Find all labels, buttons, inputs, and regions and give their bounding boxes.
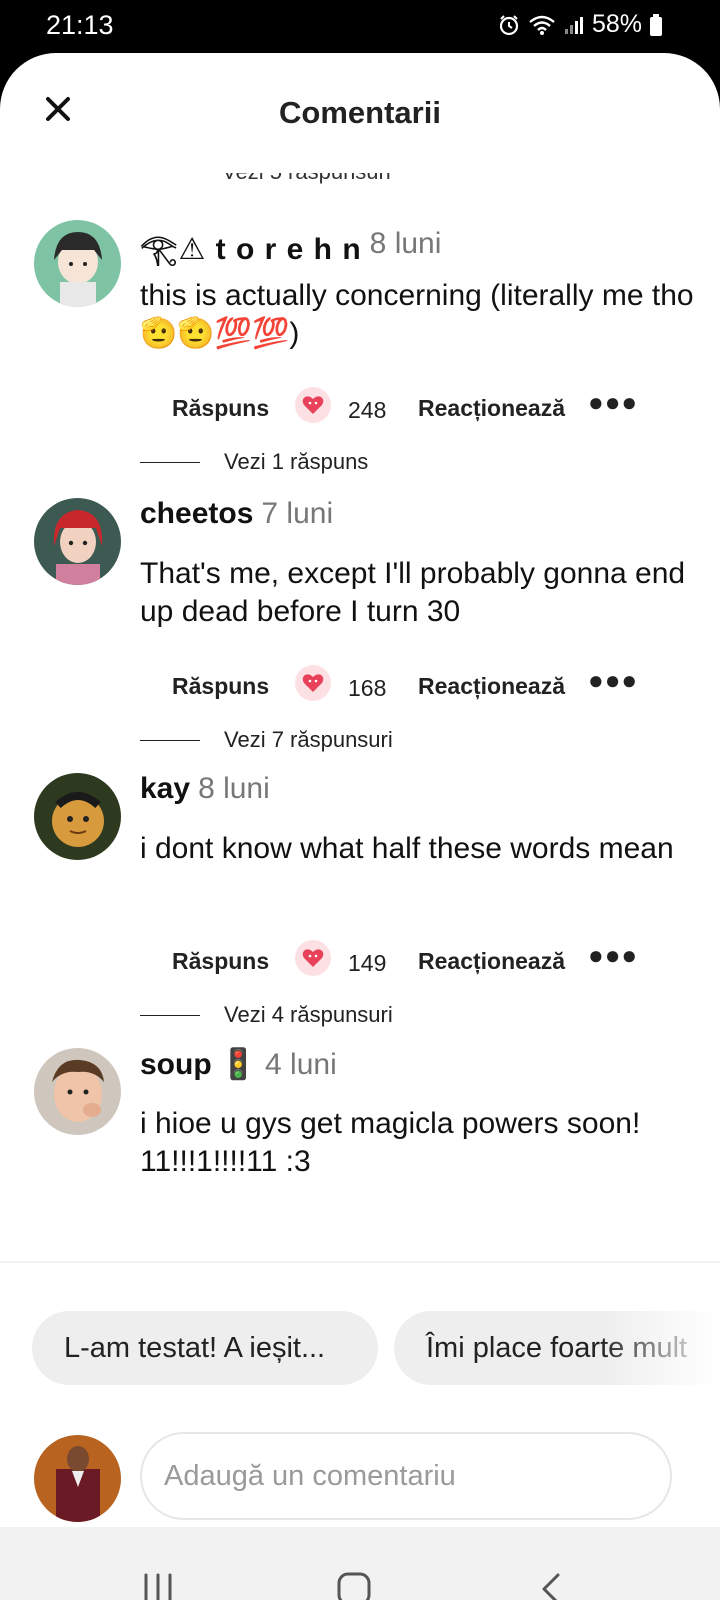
comments-sheet: Comentarii Vezi 5 răspunsuri 𓂀⚠ t o r e … (0, 53, 720, 1600)
heart-reaction-icon[interactable] (295, 665, 331, 701)
view-replies-link[interactable]: Vezi 5 răspunsuri (222, 173, 391, 185)
comment-header: 𓂀⚠ t o r e h n 8 luni (140, 219, 441, 269)
comment-header: soup 🚦 4 luni (140, 1047, 337, 1082)
heart-reaction-icon[interactable] (295, 940, 331, 976)
status-icons: 58% (498, 10, 662, 39)
comment-header: kay 8 luni (140, 772, 270, 806)
comment-text: i hioe u gys get magicla powers soon! 11… (140, 1107, 641, 1178)
replies-divider (140, 740, 200, 741)
avatar[interactable] (34, 220, 121, 307)
comment-time: 4 luni (265, 1047, 337, 1081)
avatar[interactable] (34, 773, 121, 860)
replies-divider (140, 462, 200, 463)
recent-apps-icon[interactable] (136, 1567, 180, 1600)
react-button[interactable]: Reacționează (418, 395, 565, 422)
chips-fade (600, 1311, 720, 1385)
comment-username[interactable]: kay (140, 772, 190, 806)
comment-text: That's me, except I'll probably gonna en… (140, 557, 686, 628)
reply-button[interactable]: Răspuns (172, 948, 269, 975)
more-options-icon[interactable]: ●●● (588, 387, 638, 418)
heart-reaction-icon[interactable] (295, 387, 331, 423)
like-count: 248 (348, 397, 387, 423)
alarm-icon (499, 14, 519, 35)
comment-time: 7 luni (261, 497, 334, 530)
comment-time: 8 luni (369, 227, 442, 260)
composer-divider (0, 1261, 720, 1263)
comment-actions: Răspuns 149 Reacționează ●●● (140, 940, 680, 980)
react-button[interactable]: Reacționează (418, 673, 565, 700)
page-title: Comentarii (279, 95, 441, 130)
status-time: 21:13 (46, 10, 114, 40)
comment-username[interactable]: soup (140, 1048, 212, 1082)
avatar[interactable] (34, 1048, 121, 1135)
avatar[interactable] (34, 498, 121, 585)
reply-button[interactable]: Răspuns (172, 673, 269, 700)
comment-header: cheetos 7 luni (140, 497, 333, 531)
sheet-header: Comentarii (0, 53, 720, 173)
comment-time: 8 luni (198, 772, 270, 805)
like-count: 168 (348, 675, 387, 701)
my-avatar[interactable] (34, 1435, 121, 1522)
more-options-icon[interactable]: ●●● (588, 940, 638, 971)
replies-divider (140, 1015, 200, 1016)
comment-text: this is actually concerning (literally m… (140, 279, 694, 350)
comment-username[interactable]: 𓂀⚠ t o r e h n (140, 219, 362, 269)
comment-input[interactable]: Adaugă un comentariu (140, 1432, 672, 1520)
reply-button[interactable]: Răspuns (172, 395, 269, 422)
comment-actions: Răspuns 248 Reacționează ●●● (140, 387, 680, 427)
traffic-light-emoji: 🚦 (219, 1048, 258, 1081)
comment-username[interactable]: cheetos (140, 497, 253, 531)
signal-icon (564, 16, 583, 34)
like-count: 149 (348, 950, 387, 976)
battery-percent: 58% (591, 10, 642, 38)
quick-reply-chip[interactable]: L-am testat! A ieșit... (32, 1311, 378, 1385)
comments-list[interactable]: Vezi 5 răspunsuri 𓂀⚠ t o r e h n 8 luni … (0, 173, 720, 1258)
comment-actions: Răspuns 168 Reacționează ●●● (140, 665, 680, 705)
wifi-icon (529, 15, 555, 35)
react-button[interactable]: Reacționează (418, 948, 565, 975)
battery-icon (650, 13, 662, 36)
more-options-icon[interactable]: ●●● (588, 665, 638, 696)
comment-text: i dont know what half these words mean (140, 832, 674, 865)
status-bar: 21:13 58% (0, 0, 720, 52)
home-icon[interactable] (332, 1567, 376, 1600)
back-icon[interactable] (530, 1567, 574, 1600)
system-nav-bar (0, 1527, 720, 1600)
